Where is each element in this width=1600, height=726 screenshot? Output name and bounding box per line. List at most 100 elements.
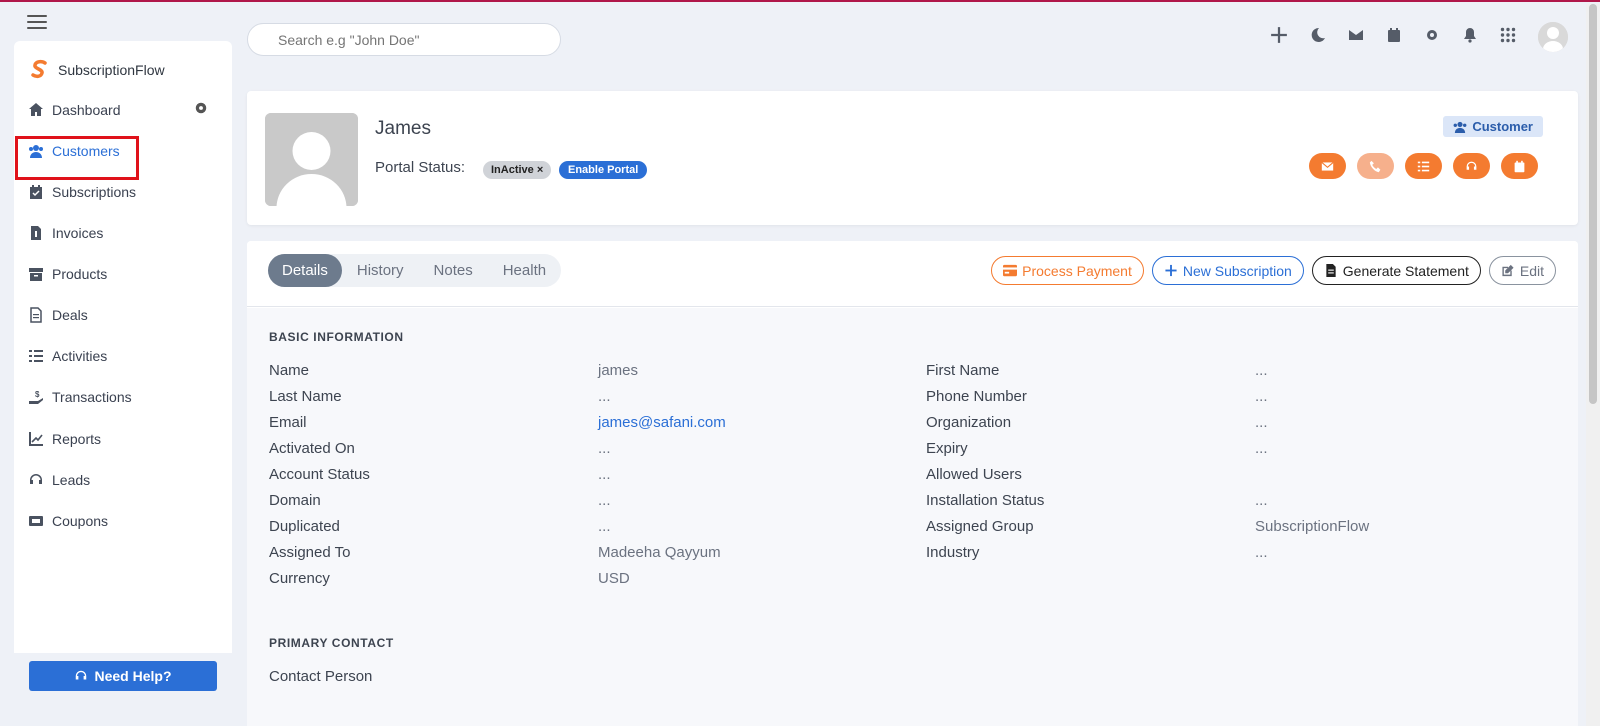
brand[interactable]: SubscriptionFlow [28, 59, 165, 81]
highlight-annotation-box [15, 136, 139, 180]
headset-icon [76, 670, 87, 680]
field-value: ... [598, 492, 611, 509]
field-label: First Name [926, 362, 1000, 379]
need-help-label: Need Help? [94, 668, 172, 684]
field-value: Madeeha Qayyum [598, 544, 721, 561]
customer-details-card: Details History Notes Health Process Pay… [247, 241, 1578, 726]
sidebar-item-deals[interactable]: Deals [28, 304, 88, 326]
sidebar-item-activities[interactable]: Activities [28, 345, 107, 367]
plus-icon[interactable] [1270, 26, 1288, 49]
field-value: ... [598, 440, 611, 457]
field-label: Phone Number [926, 388, 1027, 405]
tab-history[interactable]: History [342, 254, 419, 287]
user-avatar[interactable] [1538, 22, 1568, 52]
portal-status-label: Portal Status: [375, 159, 466, 176]
field-value: ... [1255, 362, 1268, 379]
field-value: ... [598, 518, 611, 535]
customer-profile-card: James Portal Status: InActive × Enable P… [247, 91, 1578, 225]
need-help-button[interactable]: Need Help? [29, 661, 217, 691]
email-action-button[interactable] [1309, 153, 1346, 179]
support-action-button[interactable] [1453, 153, 1490, 179]
tab-health[interactable]: Health [488, 254, 561, 287]
field-value: ... [1255, 440, 1268, 457]
sidebar-item-dashboard[interactable]: Dashboard [28, 99, 121, 121]
calendar-icon[interactable] [1386, 27, 1402, 48]
field-label: Organization [926, 414, 1012, 431]
portal-status-badge[interactable]: InActive × [483, 161, 552, 179]
field-value: ... [1255, 388, 1268, 405]
tasks-icon [1417, 161, 1430, 171]
details-body: BASIC INFORMATION Name james Last Name .… [247, 308, 1578, 726]
generate-statement-label: Generate Statement [1342, 262, 1469, 279]
calendar-check-icon [30, 185, 42, 199]
field-label: Duplicated [269, 518, 340, 535]
apps-grid-icon[interactable] [1500, 27, 1516, 48]
field-label: Installation Status [926, 492, 1045, 509]
edit-button[interactable]: Edit [1488, 256, 1556, 285]
details-toolbar: Details History Notes Health Process Pay… [247, 241, 1578, 307]
subscriptionflow-logo [31, 59, 47, 79]
field-value: ... [1255, 544, 1268, 561]
users-icon [1453, 121, 1467, 133]
scrollbar-thumb[interactable] [1589, 4, 1597, 404]
gear-icon[interactable] [1424, 27, 1440, 48]
top-toolbar [1270, 22, 1568, 52]
detail-actions: Process Payment New Subscription Generat… [991, 256, 1556, 285]
field-value: ... [1255, 414, 1268, 431]
sidebar-item-leads[interactable]: Leads [28, 469, 90, 491]
search-input[interactable] [247, 23, 561, 56]
dashboard-settings-icon[interactable] [194, 101, 208, 115]
tab-notes[interactable]: Notes [419, 254, 488, 287]
tab-details[interactable]: Details [268, 254, 342, 287]
bell-icon[interactable] [1462, 27, 1478, 48]
enable-portal-button[interactable]: Enable Portal [559, 161, 648, 179]
new-subscription-button[interactable]: New Subscription [1151, 256, 1304, 285]
field-label: Expiry [926, 440, 968, 457]
sidebar-item-label: Transactions [52, 389, 132, 405]
sidebar-item-invoices[interactable]: Invoices [28, 222, 103, 244]
envelope-icon [1321, 161, 1334, 171]
generate-statement-button[interactable]: Generate Statement [1311, 256, 1481, 285]
home-icon [29, 103, 43, 116]
calendar-action-button[interactable] [1501, 153, 1538, 179]
ticket-icon [29, 516, 43, 526]
sidebar-item-coupons[interactable]: Coupons [28, 510, 108, 532]
file-invoice-icon [1326, 264, 1336, 277]
quick-actions [1309, 153, 1538, 179]
customer-type-tag: Customer [1443, 116, 1543, 137]
sidebar-item-reports[interactable]: Reports [28, 428, 101, 450]
moon-icon[interactable] [1310, 27, 1326, 48]
hamburger-menu-icon[interactable] [27, 15, 47, 29]
field-label: Domain [269, 492, 321, 509]
sidebar-item-transactions[interactable]: $ Transactions [28, 386, 132, 408]
sidebar-item-products[interactable]: Products [28, 263, 107, 285]
field-label: Name [269, 362, 310, 379]
primary-contact-heading: PRIMARY CONTACT [269, 636, 394, 650]
headset-icon [30, 474, 42, 484]
svg-text:$: $ [35, 390, 40, 399]
field-label: Assigned To [269, 544, 351, 561]
call-action-button[interactable] [1357, 153, 1394, 179]
process-payment-button[interactable]: Process Payment [991, 256, 1144, 285]
document-icon [30, 307, 42, 323]
credit-card-icon [1003, 264, 1018, 277]
field-label: Allowed Users [926, 466, 1022, 483]
field-label: Activated On [269, 440, 355, 457]
field-value: james [598, 362, 639, 379]
tasks-icon [29, 350, 43, 362]
page-scrollbar[interactable] [1586, 4, 1600, 726]
task-action-button[interactable] [1405, 153, 1442, 179]
calendar-icon [1514, 160, 1525, 172]
sidebar-item-label: Deals [52, 307, 88, 323]
sidebar-item-subscriptions[interactable]: Subscriptions [28, 181, 136, 203]
mail-icon[interactable] [1348, 27, 1364, 48]
field-label: Account Status [269, 466, 370, 483]
sidebar-item-label: Reports [52, 431, 102, 447]
basic-information-heading: BASIC INFORMATION [269, 330, 404, 344]
sidebar-item-label: Activities [52, 348, 108, 364]
hand-dollar-icon: $ [29, 390, 43, 404]
process-payment-label: Process Payment [1022, 262, 1132, 279]
sidebar-item-label: Leads [52, 472, 91, 488]
email-link[interactable]: james@safani.com [598, 414, 726, 431]
sidebar-item-label: Coupons [52, 513, 109, 529]
